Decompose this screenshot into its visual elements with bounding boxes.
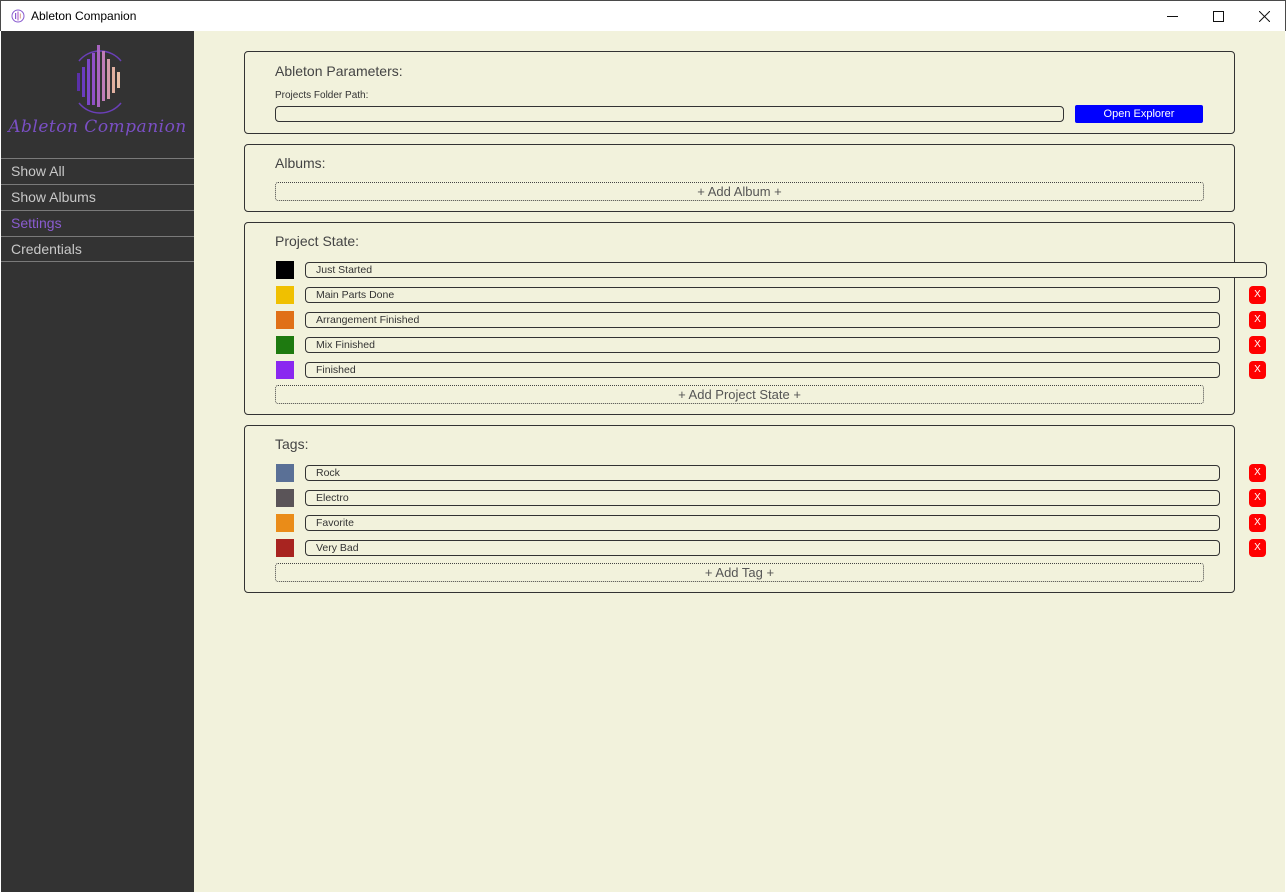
add-album-button[interactable]: + Add Album + bbox=[275, 182, 1204, 201]
delete-state-button[interactable]: X bbox=[1249, 286, 1266, 304]
delete-tag-button[interactable]: X bbox=[1249, 489, 1266, 507]
tag-name-input[interactable]: Rock bbox=[305, 465, 1220, 481]
tags-panel: Tags: Rock X Electro X Favorite X Very B… bbox=[244, 425, 1266, 593]
sidebar-nav: Show All Show Albums Settings Credential… bbox=[1, 158, 194, 262]
panel-title: Project State: bbox=[275, 233, 360, 249]
close-icon bbox=[1258, 10, 1270, 22]
state-name-input[interactable]: Main Parts Done bbox=[305, 287, 1220, 303]
state-name-input[interactable]: Finished bbox=[305, 362, 1220, 378]
tag-color-swatch[interactable] bbox=[276, 539, 294, 557]
tag-name-input[interactable]: Favorite bbox=[305, 515, 1220, 531]
tag-color-swatch[interactable] bbox=[276, 464, 294, 482]
tag-color-swatch[interactable] bbox=[276, 514, 294, 532]
sidebar-item-credentials[interactable]: Credentials bbox=[1, 236, 194, 262]
delete-tag-button[interactable]: X bbox=[1249, 514, 1266, 532]
state-color-swatch[interactable] bbox=[276, 261, 294, 279]
title-bar: Ableton Companion bbox=[0, 0, 1286, 31]
folder-path-input[interactable] bbox=[275, 106, 1064, 122]
state-name-input[interactable]: Arrangement Finished bbox=[305, 312, 1220, 328]
add-project-state-button[interactable]: + Add Project State + bbox=[275, 385, 1204, 404]
panel-title: Tags: bbox=[275, 436, 309, 452]
minimize-button[interactable] bbox=[1149, 1, 1195, 31]
tag-name-input[interactable]: Very Bad bbox=[305, 540, 1220, 556]
state-color-swatch[interactable] bbox=[276, 336, 294, 354]
albums-panel: Albums: + Add Album + bbox=[244, 144, 1235, 212]
delete-state-button[interactable]: X bbox=[1249, 311, 1266, 329]
minimize-icon bbox=[1166, 15, 1178, 17]
maximize-button[interactable] bbox=[1195, 1, 1241, 31]
state-name-input[interactable]: Mix Finished bbox=[305, 337, 1220, 353]
open-explorer-button[interactable]: Open Explorer bbox=[1075, 105, 1203, 123]
settings-content: Ableton Parameters: Projects Folder Path… bbox=[194, 31, 1285, 892]
tag-color-swatch[interactable] bbox=[276, 489, 294, 507]
close-button[interactable] bbox=[1241, 1, 1286, 31]
add-tag-button[interactable]: + Add Tag + bbox=[275, 563, 1204, 582]
sidebar: Ableton Companion Show All Show Albums S… bbox=[1, 31, 194, 892]
ableton-parameters-panel: Ableton Parameters: Projects Folder Path… bbox=[244, 51, 1235, 134]
window-title: Ableton Companion bbox=[31, 9, 137, 23]
delete-state-button[interactable]: X bbox=[1249, 361, 1266, 379]
app-icon bbox=[11, 9, 25, 23]
delete-tag-button[interactable]: X bbox=[1249, 539, 1266, 557]
delete-state-button[interactable]: X bbox=[1249, 336, 1266, 354]
maximize-icon bbox=[1212, 10, 1224, 22]
sidebar-item-show-albums[interactable]: Show Albums bbox=[1, 184, 194, 210]
folder-path-label: Projects Folder Path: bbox=[275, 90, 369, 101]
logo-text: Ableton Companion bbox=[8, 117, 187, 137]
state-name-input[interactable]: Just Started bbox=[305, 262, 1267, 278]
delete-tag-button[interactable]: X bbox=[1249, 464, 1266, 482]
panel-title: Albums: bbox=[275, 155, 326, 171]
state-color-swatch[interactable] bbox=[276, 361, 294, 379]
sidebar-item-show-all[interactable]: Show All bbox=[1, 158, 194, 184]
project-state-panel: Project State: Just Started Main Parts D… bbox=[244, 222, 1267, 415]
tag-name-input[interactable]: Electro bbox=[305, 490, 1220, 506]
sidebar-item-settings[interactable]: Settings bbox=[1, 210, 194, 236]
state-color-swatch[interactable] bbox=[276, 286, 294, 304]
panel-title: Ableton Parameters: bbox=[275, 63, 403, 79]
state-color-swatch[interactable] bbox=[276, 311, 294, 329]
